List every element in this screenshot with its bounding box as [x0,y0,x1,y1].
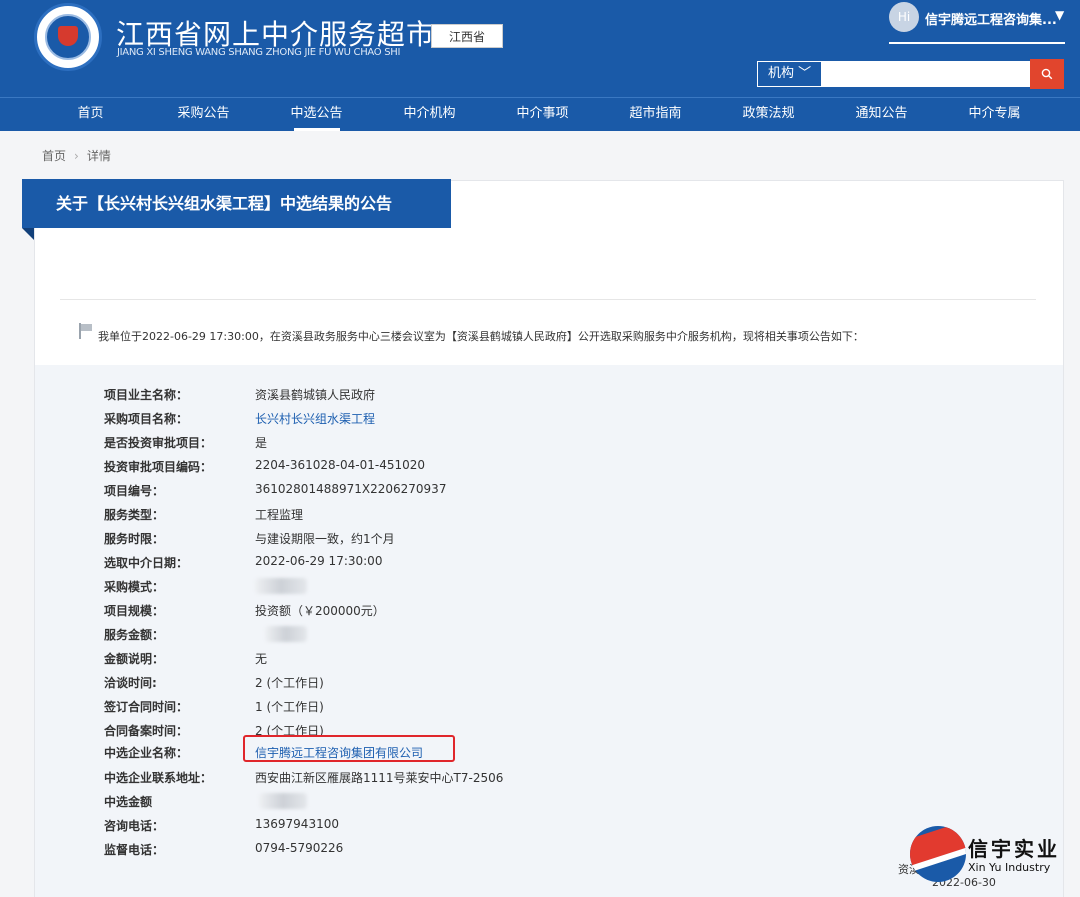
detail-value: 投资额（￥200000元） [255,604,385,618]
detail-label: 投资审批项目编码： [104,460,213,474]
breadcrumb-current: 详情 [86,149,111,163]
user-underline [889,42,1065,44]
caret-down-icon[interactable]: ▼ [1055,8,1064,22]
blurred-value [255,578,307,594]
detail-label: 服务时限： [104,532,165,546]
watermark-subtitle: Xin Yu Industry [968,861,1051,874]
nav-agencies[interactable]: 中介机构 [373,98,486,131]
nav-matters[interactable]: 中介事项 [486,98,599,131]
search-button[interactable] [1030,59,1064,89]
nav-guide[interactable]: 超市指南 [599,98,712,131]
detail-label: 中选企业联系地址： [104,771,213,785]
detail-value: 2022-06-29 17:30:00 [255,554,383,568]
user-name[interactable]: 信宇腾远工程咨询集... [925,9,1057,28]
detail-value: 2 (个工作日) [255,676,324,690]
detail-value: 资溪县鹤城镇人民政府 [255,388,376,402]
detail-label: 服务金额： [104,628,165,642]
divider [60,299,1036,300]
detail-label: 项目编号： [104,484,165,498]
nav-exclusive[interactable]: 中介专属 [938,98,1051,131]
detail-value: 与建设期限一致，约1个月 [255,532,395,546]
detail-label: 合同备案时间： [104,724,189,738]
search-type-select[interactable]: 机构 ﹀ [757,61,822,87]
detail-label: 中选金额 [104,795,153,809]
detail-label: 是否投资审批项目： [104,436,213,450]
detail-label: 选取中介日期： [104,556,189,570]
highlight-box [243,735,455,762]
detail-label: 项目规模： [104,604,165,618]
site-logo-icon[interactable] [34,3,102,71]
blurred-value [259,793,307,809]
detail-label: 采购项目名称： [104,412,189,426]
search-icon [1041,68,1053,80]
detail-label: 洽谈时间: [104,676,157,690]
banner-fold [22,228,34,240]
detail-value: 工程监理 [255,508,304,522]
nav-selection-notice[interactable]: 中选公告 [260,98,373,131]
project-name-link[interactable]: 长兴村长兴组水渠工程 [255,410,375,427]
avatar[interactable]: Hi [889,2,919,32]
notice-intro: 我单位于2022-06-29 17:30:00，在资溪县政务服务中心三楼会议室为… [98,330,864,343]
detail-label: 服务类型： [104,508,165,522]
watermark-logo-icon [910,826,966,882]
detail-label: 监督电话： [104,843,165,857]
flag-icon [79,323,93,339]
detail-label: 金额说明： [104,652,165,666]
search-input[interactable] [822,61,1030,87]
breadcrumb-home[interactable]: 首页 [42,149,66,163]
detail-value: 0794-5790226 [255,841,344,855]
detail-value: 36102801488971X2206270937 [255,482,447,496]
breadcrumb-separator: › [74,149,79,163]
detail-label: 中选企业名称： [104,746,189,760]
breadcrumb: 首页 › 详情 [42,147,111,164]
region-button[interactable]: 江西省 [431,24,503,48]
main-nav: 首页 采购公告 中选公告 中介机构 中介事项 超市指南 政策法规 通知公告 中介… [0,97,1080,131]
detail-value: 是 [255,436,268,450]
detail-value: 西安曲江新区雁展路1111号莱安中心T7-2506 [255,771,504,785]
blurred-value [265,626,307,642]
detail-label: 签订合同时间： [104,700,189,714]
detail-value: 13697943100 [255,817,339,831]
detail-label: 咨询电话： [104,819,165,833]
site-subtitle: JIANG XI SHENG WANG SHANG ZHONG JIE FU W… [117,47,401,58]
user-menu[interactable]: Hi 信宇腾远工程咨询集... ▼ [889,2,1065,32]
detail-value: 无 [255,652,268,666]
nav-policies[interactable]: 政策法规 [712,98,825,131]
watermark-title: 信宇实业 [968,837,1060,861]
detail-label: 项目业主名称： [104,388,189,402]
detail-value: 2204-361028-04-01-451020 [255,458,426,472]
nav-notices[interactable]: 通知公告 [825,98,938,131]
detail-value: 1 (个工作日) [255,700,324,714]
nav-procurement[interactable]: 采购公告 [147,98,260,131]
nav-home[interactable]: 首页 [34,98,147,131]
page-title: 关于【长兴村长兴组水渠工程】中选结果的公告 [22,179,451,228]
detail-label: 采购模式： [104,580,165,594]
